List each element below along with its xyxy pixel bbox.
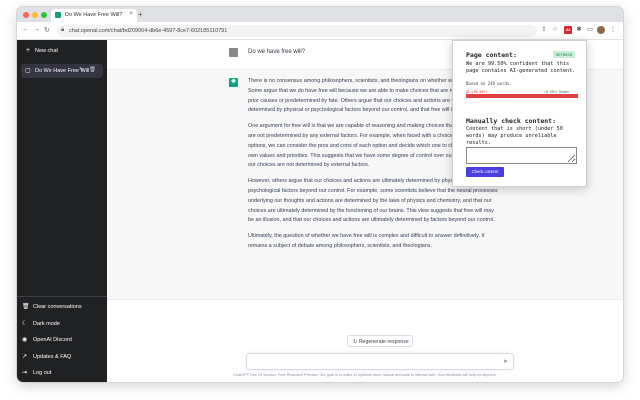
tab-title: Do We Have Free Will?	[65, 12, 123, 18]
word-count-text: Based on 249 words.	[466, 81, 512, 86]
maximize-window-button[interactable]	[41, 12, 47, 18]
sidebar-item-label: Dark mode	[33, 320, 60, 327]
confidence-text: We are 99.50% confident that this page c…	[466, 61, 576, 74]
confidence-bar	[466, 94, 578, 98]
browser-toolbar: ← → ↻ 🔒︎ chat.openai.com/chat/bd209064-d…	[17, 22, 623, 40]
new-chat-label: New chat	[35, 48, 58, 54]
footer-disclaimer: ChatGPT Dec 15 Version. Free Research Pr…	[137, 373, 593, 377]
sidebar-item-label: Clear conversations	[33, 304, 82, 310]
chat-bubble-icon: ▢	[25, 68, 31, 74]
trash-icon: 🗑︎	[22, 304, 30, 310]
user-avatar	[229, 48, 238, 57]
popup-title: Page content:	[466, 51, 517, 59]
manual-check-note: Content that is short (under 50 words) m…	[466, 126, 563, 146]
lock-icon: 🔒︎	[61, 27, 65, 33]
profile-avatar[interactable]	[597, 26, 605, 34]
browser-window: Do We Have Free Will? × + ← → ↻ 🔒︎ chat.…	[17, 7, 623, 382]
version-link[interactable]: ChatGPT Dec 15 Version	[233, 373, 276, 377]
send-icon[interactable]: ➤	[503, 358, 508, 365]
assistant-paragraph: Ultimately, the question of whether we h…	[248, 233, 485, 249]
sidebar-bottom-menu: 🗑︎ Clear conversations ☾ Dark mode ◉ Ope…	[17, 296, 107, 382]
ai-confidence-fill	[466, 94, 578, 98]
extensions-puzzle-icon[interactable]: ✱	[575, 26, 583, 34]
browser-menu-icon[interactable]: ⋮	[609, 26, 617, 34]
tab-bar: Do We Have Free Will? × +	[17, 7, 623, 22]
forward-button[interactable]: →	[33, 26, 40, 33]
sidebar-item-active-chat[interactable]: ▢ Do We Have Free Will ✎ 🗑︎	[21, 64, 103, 78]
sidebar-item-log-out[interactable]: ⇥ Log out	[17, 365, 107, 382]
delete-trash-icon[interactable]: 🗑︎	[89, 67, 96, 73]
minimize-window-button[interactable]	[32, 12, 38, 18]
new-tab-button[interactable]: +	[138, 10, 143, 19]
ai-detector-extension-icon[interactable]: AI	[564, 26, 572, 34]
url-text: chat.openai.com/chat/bd209064-db6e-4597-…	[69, 28, 228, 34]
browser-tab[interactable]: Do We Have Free Will? ×	[51, 9, 137, 22]
regenerate-icon: ↻	[353, 338, 358, 345]
sidebar-item-label: Log out	[33, 370, 52, 376]
moon-icon: ☾	[22, 320, 28, 327]
ai-detector-popup: Page content: REFRESH We are 99.50% conf…	[452, 40, 587, 187]
back-button[interactable]: ←	[22, 26, 29, 33]
prompt-input[interactable]: ➤	[246, 353, 514, 370]
sidebar-item-openai-discord[interactable]: ◉ OpenAI Discord	[17, 332, 107, 349]
sidebar-panel-icon[interactable]: ▭	[586, 26, 594, 34]
logout-icon: ⇥	[22, 370, 28, 376]
manual-content-textarea[interactable]	[466, 147, 577, 164]
tab-close-icon[interactable]: ×	[129, 11, 133, 17]
manual-check-title: Manually check content:	[466, 117, 557, 125]
footer-text: . Free Research Preview. Our goal is to …	[275, 373, 497, 377]
discord-icon: ◉	[22, 337, 28, 343]
external-link-icon: ↗	[22, 353, 28, 360]
sidebar: + New chat ▢ Do We Have Free Will ✎ 🗑︎ 🗑…	[17, 40, 107, 382]
new-chat-button[interactable]: + New chat	[21, 44, 103, 59]
edit-pencil-icon[interactable]: ✎	[79, 67, 84, 73]
refresh-button[interactable]: REFRESH	[553, 51, 575, 58]
bookmark-star-icon[interactable]: ☆	[551, 26, 559, 34]
sidebar-item-clear-conversations[interactable]: 🗑︎ Clear conversations	[17, 299, 107, 316]
sidebar-item-label: OpenAI Discord	[33, 337, 72, 343]
chatgpt-favicon-icon	[55, 12, 61, 18]
close-window-button[interactable]	[23, 12, 29, 18]
user-message-text: Do we have free will?	[248, 49, 306, 55]
regenerate-response-button[interactable]: ↻ Regenerate response	[347, 335, 413, 347]
plus-icon: +	[26, 47, 31, 54]
check-content-button[interactable]: Check content	[466, 167, 504, 177]
share-icon[interactable]: ⇪	[540, 26, 548, 34]
chatgpt-logo-icon: ✺	[229, 78, 238, 87]
address-bar[interactable]: 🔒︎ chat.openai.com/chat/bd209064-db6e-45…	[57, 25, 537, 37]
sidebar-item-label: Updates & FAQ	[33, 353, 72, 360]
regenerate-label: Regenerate response	[358, 338, 409, 345]
sidebar-item-dark-mode[interactable]: ☾ Dark mode	[17, 316, 107, 333]
sidebar-item-updates-faq[interactable]: ↗ Updates & FAQ	[17, 349, 107, 366]
reload-button[interactable]: ↻	[44, 26, 50, 34]
